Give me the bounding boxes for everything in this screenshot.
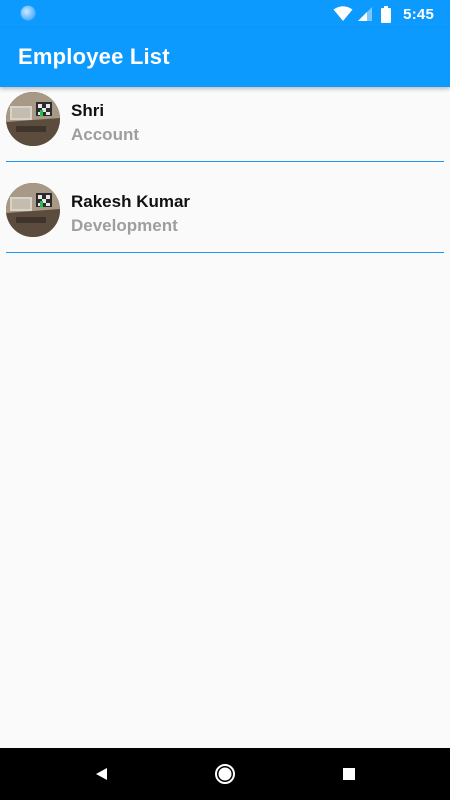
employee-department: Account bbox=[71, 125, 139, 144]
page-title: Employee List bbox=[18, 44, 170, 69]
employee-department: Development bbox=[71, 216, 178, 235]
employee-name: Rakesh Kumar bbox=[71, 192, 191, 211]
battery-icon bbox=[381, 5, 392, 23]
screen: 5:45 Employee List Shri Account Rakesh K… bbox=[0, 0, 450, 800]
app-bar: Employee List bbox=[0, 28, 450, 87]
back-button[interactable] bbox=[89, 762, 113, 786]
list-item[interactable]: Shri Account bbox=[6, 87, 444, 162]
avatar bbox=[6, 92, 60, 146]
signal-icon bbox=[357, 6, 373, 22]
status-bar: 5:45 bbox=[0, 0, 450, 28]
home-button[interactable] bbox=[213, 762, 237, 786]
home-icon bbox=[215, 764, 235, 784]
wifi-icon bbox=[333, 6, 353, 22]
employee-photo-icon bbox=[6, 92, 60, 146]
recents-icon bbox=[343, 768, 355, 780]
employee-name: Shri bbox=[71, 101, 105, 120]
employee-list: Shri Account Rakesh Kumar Development bbox=[0, 87, 450, 269]
status-time: 5:45 bbox=[403, 5, 434, 23]
list-item[interactable]: Rakesh Kumar Development bbox=[6, 178, 444, 253]
status-icons: 5:45 bbox=[333, 4, 434, 24]
back-icon bbox=[96, 768, 107, 780]
notification-dot-icon bbox=[21, 6, 35, 20]
employee-photo-icon bbox=[6, 183, 60, 237]
nav-bar bbox=[0, 748, 450, 800]
avatar bbox=[6, 183, 60, 237]
recents-button[interactable] bbox=[337, 762, 361, 786]
